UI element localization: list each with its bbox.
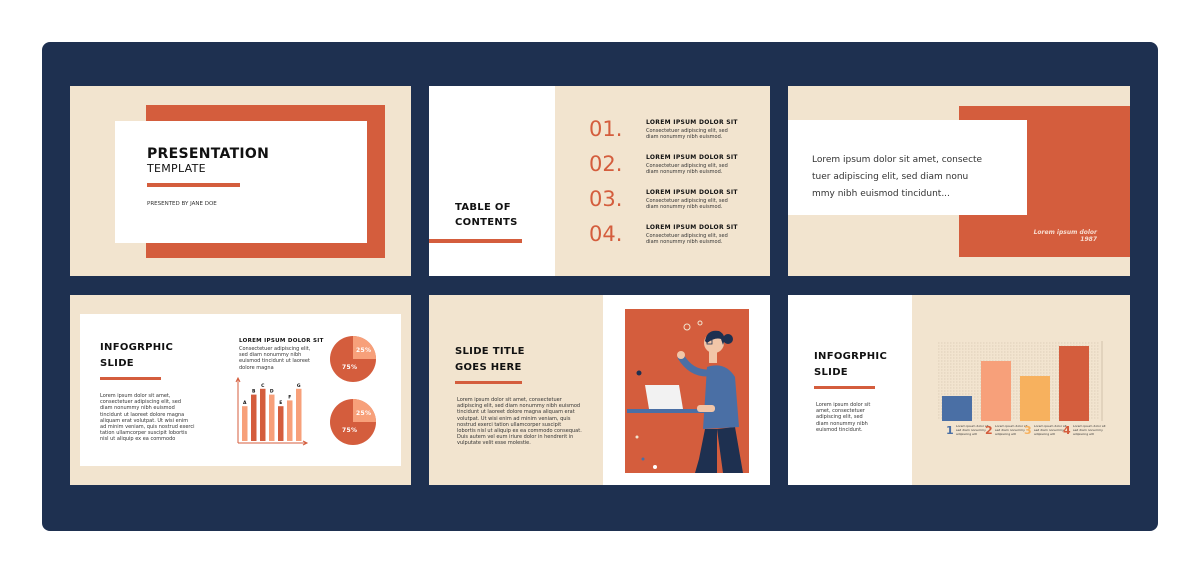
- title-subheading: TEMPLATE: [147, 162, 206, 175]
- bar-c: [260, 388, 266, 441]
- laptop: [645, 385, 683, 409]
- toc-item-number: 01.: [589, 117, 623, 141]
- toc-item-title: LOREM IPSUM DOLOR SIT: [646, 189, 738, 196]
- step-bar-1: [942, 396, 972, 421]
- toc-item-title: LOREM IPSUM DOLOR SIT: [646, 119, 738, 126]
- bar-label: B: [252, 389, 256, 395]
- toc-item-description: Consectetuer adipiscing elit, sed diam n…: [646, 198, 728, 211]
- infographic-underline: [100, 377, 161, 380]
- slide-title-illustration[interactable]: SLIDE TITLE GOES HERE Lorem ipsum dolor …: [429, 295, 770, 485]
- chart-title: LOREM IPSUM DOLOR SIT: [239, 338, 324, 344]
- toc-heading-line1: TABLE OF: [455, 202, 511, 213]
- quote-caption-line2: 1987: [1080, 236, 1097, 243]
- slide-title[interactable]: PRESENTATION TEMPLATE PRESENTED BY JANE …: [70, 86, 411, 276]
- bar-label: A: [243, 400, 247, 406]
- pie-label-25: 25%: [356, 347, 372, 354]
- infographic2-underline: [814, 386, 875, 389]
- title-byline: PRESENTED BY JANE DOE: [147, 201, 217, 207]
- toc-underline: [429, 239, 522, 243]
- toc-item-number: 04.: [589, 222, 623, 246]
- bar-chart: ABCDEFG: [235, 376, 309, 446]
- slide-table-of-contents[interactable]: TABLE OF CONTENTS 01. LOREM IPSUM DOLOR …: [429, 86, 770, 276]
- toc-item-description: Consectetuer adipiscing elit, sed diam n…: [646, 233, 728, 246]
- bar-e: [278, 406, 284, 441]
- slide5-underline: [455, 381, 522, 384]
- pie-chart-top: [330, 336, 376, 382]
- person-laptop-illustration: [625, 309, 749, 473]
- step-number: 4: [1063, 424, 1071, 437]
- title-underline: [147, 183, 240, 187]
- infographic2-body: Lorem ipsum dolor sit amet, consectetuer…: [816, 402, 871, 433]
- step-description: Lorem ipsum dolor sit sed diam nonummy a…: [1073, 424, 1106, 436]
- step-description: Lorem ipsum dolor sit sed diam nonummy a…: [956, 424, 989, 436]
- toc-item-number: 02.: [589, 152, 623, 176]
- toc-heading-line2: CONTENTS: [455, 217, 518, 228]
- infographic2-heading-line2: SLIDE: [814, 367, 848, 378]
- step-number: 2: [985, 424, 993, 437]
- step-bar-3: [1020, 376, 1050, 421]
- quote-text: Lorem ipsum dolor sit amet, consecte tue…: [812, 155, 983, 199]
- slide5-heading-line2: GOES HERE: [455, 362, 522, 373]
- pie-label-75: 75%: [342, 364, 358, 371]
- infographic2-heading-line1: INFOGRPHIC: [814, 351, 888, 362]
- pie-label-25: 25%: [356, 410, 372, 417]
- bar-b: [251, 394, 257, 441]
- infographic2-white-panel: [788, 295, 912, 485]
- chart-description: Consectetuer adipiscing elit, sed diam n…: [239, 346, 311, 371]
- toc-item-description: Consectetuer adipiscing elit, sed diam n…: [646, 163, 728, 176]
- slide-infographic-charts[interactable]: INFOGRPHIC SLIDE Lorem ipsum dolor sit a…: [70, 295, 411, 485]
- infographic-heading-line1: INFOGRPHIC: [100, 342, 174, 353]
- pie-chart-bottom: [330, 399, 376, 445]
- step-description: Lorem ipsum dolor sit sed diam nonummy a…: [995, 424, 1028, 436]
- bar-label: E: [279, 400, 282, 406]
- step-bar-2: [981, 361, 1011, 421]
- toc-item-title: LOREM IPSUM DOLOR SIT: [646, 154, 738, 161]
- bar-a: [242, 406, 248, 441]
- bar-d: [269, 394, 275, 441]
- toc-item-title: LOREM IPSUM DOLOR SIT: [646, 224, 738, 231]
- slide-infographic-bars[interactable]: INFOGRPHIC SLIDE Lorem ipsum dolor sit a…: [788, 295, 1130, 485]
- toc-item-number: 03.: [589, 187, 623, 211]
- toc-white-panel: [429, 86, 555, 276]
- slide5-body: Lorem ipsum dolor sit amet, consectetuer…: [457, 397, 582, 447]
- title-heading: PRESENTATION: [147, 146, 270, 162]
- step-bar-chart: [938, 341, 1103, 421]
- bar-label: D: [270, 389, 274, 395]
- step-description: Lorem ipsum dolor sit sed diam nonummy a…: [1034, 424, 1067, 436]
- infographic-body: Lorem ipsum dolor sit amet, consectetuer…: [100, 393, 195, 443]
- infographic-heading-line2: SLIDE: [100, 358, 134, 369]
- bar-label: F: [288, 394, 291, 400]
- bar-label: C: [261, 383, 265, 389]
- pie-label-75: 75%: [342, 427, 358, 434]
- title-card: [115, 121, 367, 243]
- bar-f: [287, 400, 293, 441]
- toc-item-description: Consectetuer adipiscing elit, sed diam n…: [646, 128, 728, 141]
- slide5-heading-line1: SLIDE TITLE: [455, 346, 525, 357]
- step-number: 3: [1024, 424, 1032, 437]
- bar-g: [296, 388, 302, 441]
- step-bar-4: [1059, 346, 1089, 421]
- quote-caption-line1: Lorem ipsum dolor: [1033, 229, 1097, 236]
- step-number: 1: [946, 424, 954, 437]
- slide-quote[interactable]: Lorem ipsum dolor sit amet, consecte tue…: [788, 86, 1130, 276]
- bar-label: G: [297, 383, 301, 389]
